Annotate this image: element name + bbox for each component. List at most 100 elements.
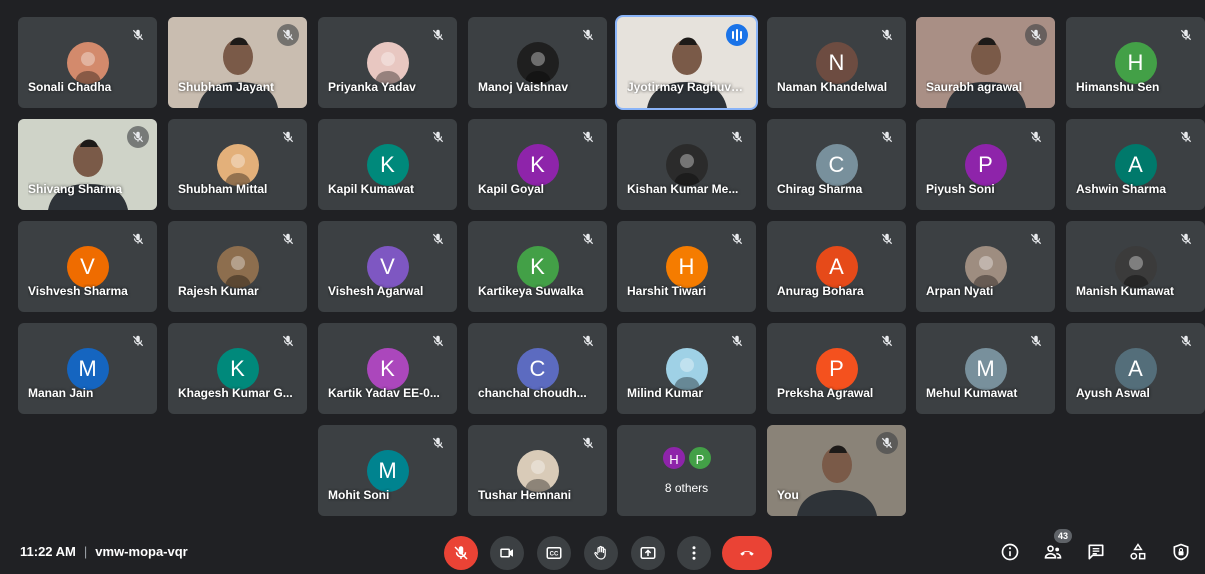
participant-tile-kapil-kumawat[interactable]: K Kapil Kumawat (318, 119, 457, 210)
participant-tile-manoj-vaishnav[interactable]: Manoj Vaishnav (468, 17, 607, 108)
participant-avatar-photo (964, 246, 1007, 288)
chat-button[interactable] (1083, 539, 1109, 565)
muted-mic-icon (277, 330, 299, 352)
participant-name: Khagesh Kumar G... (178, 386, 293, 400)
muted-mic-icon (1025, 126, 1047, 148)
participant-avatar: M (964, 348, 1007, 390)
participant-tile-harshit-tiwari[interactable]: H Harshit Tiwari (617, 221, 756, 312)
participant-name: Arpan Nyati (926, 284, 994, 298)
participant-name: Priyanka Yadav (328, 80, 416, 94)
camera-toggle-button[interactable] (490, 536, 524, 570)
participant-avatar: A (1114, 348, 1157, 390)
participant-name: Manoj Vaishnav (478, 80, 569, 94)
muted-mic-icon (876, 228, 898, 250)
participant-avatar-photo (66, 42, 109, 84)
participant-avatar: M (66, 348, 109, 390)
participant-avatar: K (216, 348, 259, 390)
participant-name: Himanshu Sen (1076, 80, 1160, 94)
participant-avatar: P (964, 144, 1007, 186)
meeting-info-separator: | (83, 544, 88, 559)
participant-tile-priyanka-yadav[interactable]: Priyanka Yadav (318, 17, 457, 108)
participant-name: Kapil Goyal (478, 182, 545, 196)
participant-tile-tushar-hemnani[interactable]: Tushar Hemnani (468, 425, 607, 516)
participant-tile-milind-kumar[interactable]: Milind Kumar (617, 323, 756, 414)
participant-avatar: H (665, 246, 708, 288)
participant-name: Kartikeya Suwalka (478, 284, 584, 298)
muted-mic-icon (1025, 330, 1047, 352)
participant-tile-arpan-nyati[interactable]: Arpan Nyati (916, 221, 1055, 312)
participant-name: chanchal choudh... (478, 386, 587, 400)
participant-tile-sonali-chadha[interactable]: Sonali Chadha (18, 17, 157, 108)
others-avatar-chip: P (687, 445, 713, 471)
muted-mic-icon (876, 330, 898, 352)
self-video-tile[interactable]: You (767, 425, 906, 516)
muted-mic-icon (277, 126, 299, 148)
participant-tile-saurabh-agrawal[interactable]: Saurabh agrawal (916, 17, 1055, 108)
participant-avatar: A (1114, 144, 1157, 186)
participant-tile-shubham-jayant[interactable]: Shubham Jayant (168, 17, 307, 108)
participant-tile-anurag-bohara[interactable]: A Anurag Bohara (767, 221, 906, 312)
participant-tile-shivang-sharma[interactable]: Shivang Sharma (18, 119, 157, 210)
participant-avatar: V (66, 246, 109, 288)
host-controls-button[interactable] (1168, 539, 1194, 565)
participant-tile-kartikeya-suwalka[interactable]: K Kartikeya Suwalka (468, 221, 607, 312)
muted-mic-icon (127, 126, 149, 148)
participant-tile-rajesh-kumar[interactable]: Rajesh Kumar (168, 221, 307, 312)
muted-mic-icon (876, 24, 898, 46)
participant-tile-shubham-mittal[interactable]: Shubham Mittal (168, 119, 307, 210)
activities-button[interactable] (1125, 539, 1151, 565)
captions-toggle-button[interactable]: CC (537, 536, 571, 570)
participant-tile-vishvesh-sharma[interactable]: V Vishvesh Sharma (18, 221, 157, 312)
participant-tile-ayush-aswal[interactable]: A Ayush Aswal (1066, 323, 1205, 414)
raise-hand-button[interactable] (584, 536, 618, 570)
muted-mic-icon (726, 228, 748, 250)
others-count-label: 8 others (664, 481, 709, 495)
participant-tile-ashwin-sharma[interactable]: A Ashwin Sharma (1066, 119, 1205, 210)
others-tile[interactable]: HP 8 others (617, 425, 756, 516)
participant-avatar: K (516, 144, 559, 186)
participant-tile-kapil-goyal[interactable]: K Kapil Goyal (468, 119, 607, 210)
participant-tile-naman-khandelwal[interactable]: N Naman Khandelwal (767, 17, 906, 108)
mic-toggle-button[interactable] (444, 536, 478, 570)
participant-tile-kartik-yadav-ee-0[interactable]: K Kartik Yadav EE-0... (318, 323, 457, 414)
participant-tile-chanchal-choudh[interactable]: Cchanchal choudh... (468, 323, 607, 414)
participant-tile-piyush-soni[interactable]: P Piyush Soni (916, 119, 1055, 210)
muted-mic-icon (577, 432, 599, 454)
participant-tile-preksha-agrawal[interactable]: P Preksha Agrawal (767, 323, 906, 414)
participant-avatar-photo (665, 144, 708, 186)
participant-tile-manish-kumawat[interactable]: Manish Kumawat (1066, 221, 1205, 312)
participant-tile-khagesh-kumar-g[interactable]: K Khagesh Kumar G... (168, 323, 307, 414)
participant-name: Anurag Bohara (777, 284, 864, 298)
muted-mic-icon (1175, 330, 1197, 352)
speaking-indicator-icon (726, 24, 748, 46)
present-screen-button[interactable] (631, 536, 665, 570)
participant-tile-mohit-soni[interactable]: M Mohit Soni (318, 425, 457, 516)
shield-lock-icon (1173, 543, 1189, 561)
participant-name: Shubham Mittal (178, 182, 268, 196)
participant-name: Shubham Jayant (178, 80, 275, 94)
participant-tile-chirag-sharma[interactable]: C Chirag Sharma (767, 119, 906, 210)
participant-grid: Sonali Chadha Shubham Jayant Priyanka Yada… (0, 0, 1205, 530)
participant-tile-kishan-kumar-me[interactable]: Kishan Kumar Me... (617, 119, 756, 210)
participant-avatar-photo (216, 246, 259, 288)
present-icon (640, 547, 656, 559)
participant-avatar: P (815, 348, 858, 390)
participant-avatar: M (366, 450, 409, 492)
participant-name: Mehul Kumawat (926, 386, 1018, 400)
participant-tile-manan-jain[interactable]: M Manan Jain (18, 323, 157, 414)
participant-count-badge: 43 (1054, 529, 1072, 543)
meeting-details-button[interactable] (997, 539, 1023, 565)
participant-tile-mehul-kumawat[interactable]: M Mehul Kumawat (916, 323, 1055, 414)
participant-avatar-photo (216, 144, 259, 186)
more-options-button[interactable] (677, 536, 711, 570)
participant-tile-vishesh-agarwal[interactable]: V Vishesh Agarwal (318, 221, 457, 312)
muted-mic-icon (876, 432, 898, 454)
info-icon (1001, 543, 1019, 561)
leave-call-button[interactable] (722, 536, 772, 570)
hand-icon (594, 545, 606, 560)
participant-name: Preksha Agrawal (777, 386, 874, 400)
participant-tile-himanshu-sen[interactable]: H Himanshu Sen (1066, 17, 1205, 108)
more-vert-icon (692, 546, 696, 560)
participant-name: Chirag Sharma (777, 182, 863, 196)
participant-tile-jyotirmay-raghuvanshi[interactable]: Jyotirmay Raghuvanshi (615, 15, 758, 110)
